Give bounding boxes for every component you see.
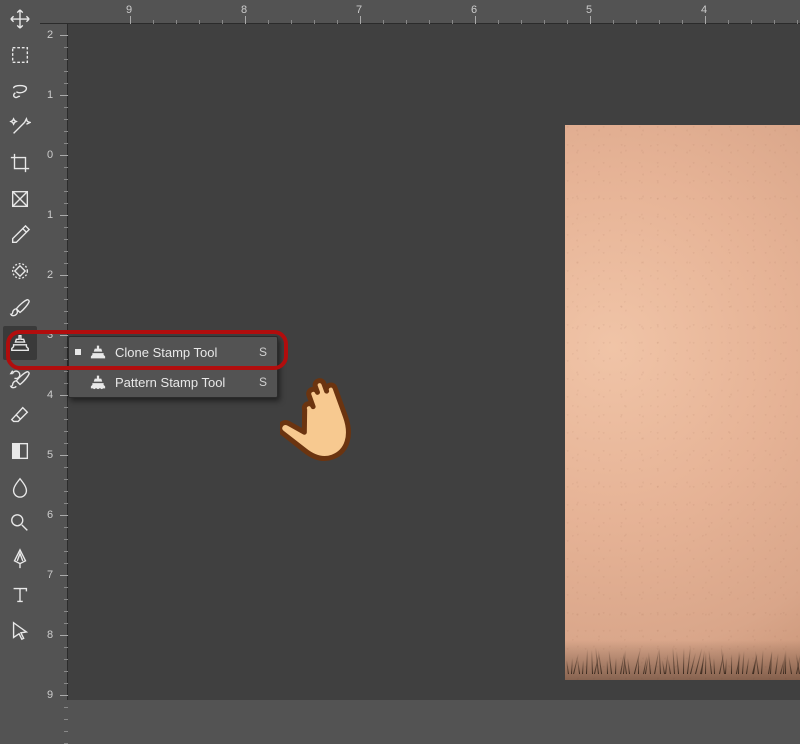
ruler-label: 1 (42, 89, 58, 101)
flyout-item-clone-stamp[interactable]: Clone Stamp Tool S (69, 337, 277, 367)
eraser-tool[interactable] (3, 398, 37, 432)
clone-stamp-tool[interactable] (3, 326, 37, 360)
move-tool-icon (9, 8, 31, 30)
lasso-tool[interactable] (3, 74, 37, 108)
gradient-tool[interactable] (3, 434, 37, 468)
history-brush-tool-icon (9, 368, 31, 390)
ruler-label: 6 (42, 509, 58, 521)
ruler-label: 1 (42, 209, 58, 221)
clone-stamp-tool-icon (9, 332, 31, 354)
gradient-tool-icon (9, 440, 31, 462)
rectangular-marquee-tool-icon (9, 44, 31, 66)
vertical-ruler: 2 1 0 1 2 3 4 5 6 7 8 9 (40, 0, 68, 700)
frame-tool-icon (9, 188, 31, 210)
ruler-label: 4 (701, 4, 707, 16)
spot-healing-brush-tool[interactable] (3, 254, 37, 288)
magic-wand-tool-icon (9, 116, 31, 138)
frame-tool[interactable] (3, 182, 37, 216)
blur-tool[interactable] (3, 470, 37, 504)
eyedropper-tool-icon (9, 224, 31, 246)
path-selection-tool-icon (9, 620, 31, 642)
crop-tool[interactable] (3, 146, 37, 180)
ruler-label: 3 (42, 329, 58, 341)
brush-tool-icon (9, 296, 31, 318)
horizontal-type-tool-icon (9, 584, 31, 606)
pen-tool[interactable] (3, 542, 37, 576)
rectangular-marquee-tool[interactable] (3, 38, 37, 72)
ruler-label: 0 (42, 149, 58, 161)
magic-wand-tool[interactable] (3, 110, 37, 144)
spot-healing-brush-tool-icon (9, 260, 31, 282)
ruler-label: 5 (42, 449, 58, 461)
ruler-label: 8 (241, 4, 247, 16)
ruler-label: 7 (42, 569, 58, 581)
flyout-item-shortcut: S (259, 375, 267, 389)
dodge-tool-icon (9, 512, 31, 534)
flyout-item-label: Clone Stamp Tool (115, 345, 251, 360)
flyout-item-shortcut: S (259, 345, 267, 359)
ruler-label: 9 (126, 4, 132, 16)
horizontal-type-tool[interactable] (3, 578, 37, 612)
tools-panel (0, 0, 40, 700)
ruler-label: 2 (42, 29, 58, 41)
ruler-label: 8 (42, 629, 58, 641)
ruler-label: 2 (42, 269, 58, 281)
eraser-tool-icon (9, 404, 31, 426)
clone-stamp-tool-flyout: Clone Stamp Tool S Pattern Stamp Tool S (68, 336, 278, 398)
ruler-label: 9 (42, 689, 58, 701)
lasso-tool-icon (9, 80, 31, 102)
crop-tool-icon (9, 152, 31, 174)
clone-stamp-tool-icon (89, 343, 107, 361)
current-tool-indicator-icon (75, 349, 81, 355)
document-image (565, 125, 800, 680)
ruler-label: 4 (42, 389, 58, 401)
dodge-tool[interactable] (3, 506, 37, 540)
brush-tool[interactable] (3, 290, 37, 324)
pattern-stamp-tool-icon (89, 373, 107, 391)
path-selection-tool[interactable] (3, 614, 37, 648)
history-brush-tool[interactable] (3, 362, 37, 396)
flyout-item-label: Pattern Stamp Tool (115, 375, 251, 390)
flyout-item-pattern-stamp[interactable]: Pattern Stamp Tool S (69, 367, 277, 397)
eyedropper-tool[interactable] (3, 218, 37, 252)
move-tool[interactable] (3, 2, 37, 36)
ruler-label: 5 (586, 4, 592, 16)
pen-tool-icon (9, 548, 31, 570)
blur-tool-icon (9, 476, 31, 498)
ruler-label: 6 (471, 4, 477, 16)
ruler-label: 7 (356, 4, 362, 16)
horizontal-ruler: 9876543 (40, 0, 800, 24)
